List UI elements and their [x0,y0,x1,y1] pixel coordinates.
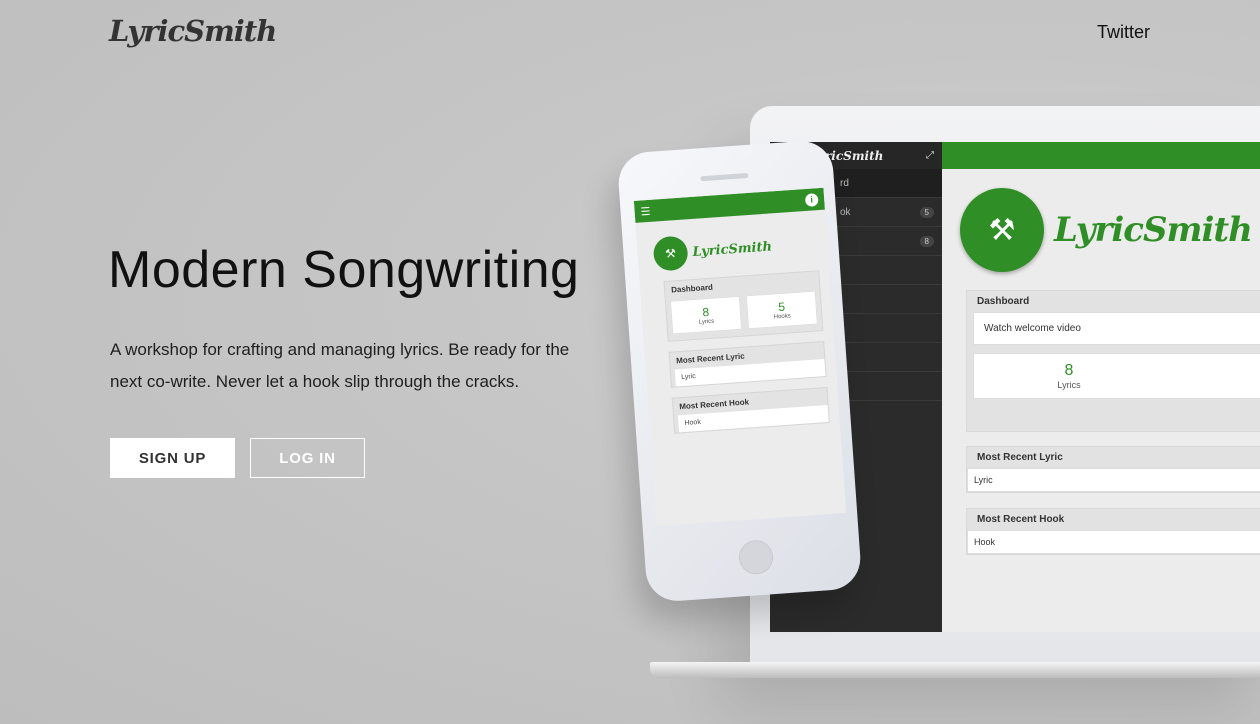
anvil-icon: ⚒ [960,188,1044,272]
laptop-lyrics-stat: 8 Lyrics [973,353,1260,399]
laptop-logo-text: LyricSmith [1054,210,1253,250]
signup-button[interactable]: SIGN UP [110,438,235,478]
laptop-lyrics-label: Lyrics [1057,380,1081,390]
info-icon: i [804,192,819,207]
phone-recent-lyric-panel: Most Recent Lyric Lyric [668,341,827,388]
laptop-base [650,662,1260,678]
laptop-welcome-video: Watch welcome video [973,312,1260,345]
laptop-recent-lyric-value: Lyric [967,468,1260,492]
laptop-nav-badge: 5 [919,206,934,218]
phone-hooks-stat: 5 Hooks [745,290,818,330]
laptop-dashboard-panel: Dashboard Watch welcome video 8 Lyrics [966,290,1260,432]
phone-recent-hook-panel: Most Recent Hook Hook [671,386,830,434]
laptop-lyrics-count: 8 [1064,362,1074,379]
laptop-recent-hook-panel: Most Recent Hook Hook [966,508,1260,555]
laptop-logo: ⚒ LyricSmith [960,188,1253,272]
laptop-nav-label: ok [840,206,851,218]
laptop-main: ⚒ LyricSmith Dashboard Watch welcome vid… [942,142,1260,632]
phone-mockup: ☰ i ⚒ LyricSmith Dashboard 8 Lyrics 5 Ho… [616,139,863,603]
laptop-recent-lyric-title: Most Recent Lyric [977,452,1063,463]
hero-title: Modern Songwriting [108,241,580,299]
phone-screen: ☰ i ⚒ LyricSmith Dashboard 8 Lyrics 5 Ho… [633,187,847,527]
laptop-recent-lyric-panel: Most Recent Lyric Lyric [966,446,1260,493]
laptop-nav-badge: 8 [919,235,934,247]
phone-home-button [737,539,775,576]
phone-speaker [700,172,749,182]
phone-lyrics-stat: 8 Lyrics [669,295,743,335]
login-button[interactable]: LOG IN [250,438,365,478]
anvil-icon: ⚒ [652,235,689,272]
laptop-recent-hook-value: Hook [967,530,1260,554]
laptop-nav-label: rd [840,177,849,189]
site-logo[interactable]: LyricSmith [109,14,277,48]
hero-subtitle: A workshop for crafting and managing lyr… [110,340,570,391]
laptop-recent-hook-title: Most Recent Hook [977,514,1065,525]
laptop-dashboard-title: Dashboard [977,296,1030,307]
phone-dashboard-panel: Dashboard 8 Lyrics 5 Hooks [663,270,824,342]
phone-logo-text: LyricSmith [692,238,773,260]
nav-link-twitter[interactable]: Twitter [1097,22,1150,43]
laptop-topbar [942,142,1260,169]
expand-icon: ⤢ [926,150,934,161]
hamburger-icon: ☰ [640,205,651,218]
